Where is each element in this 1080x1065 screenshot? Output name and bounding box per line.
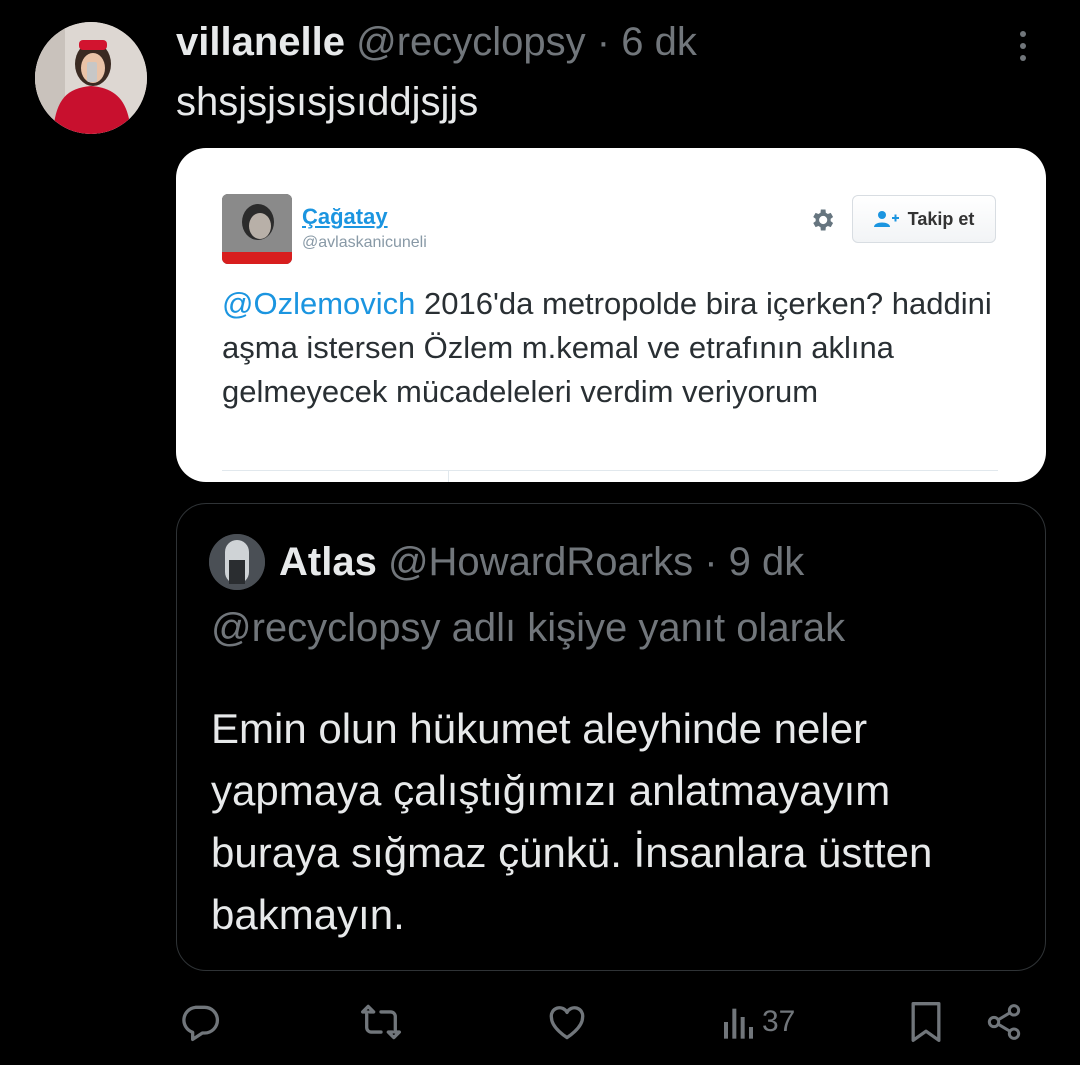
- media-author-handle: @avlaskanicuneli: [302, 234, 427, 251]
- retweet-button[interactable]: [358, 998, 404, 1046]
- tweet: villanelle @recyclopsy · 6 dk shsjsjsısj…: [0, 0, 1080, 1065]
- bookmark-icon: [911, 1002, 941, 1042]
- media-divider-tick: [448, 470, 449, 482]
- media-author-name: Çağatay: [302, 204, 388, 229]
- share-icon: [987, 1004, 1021, 1040]
- quoted-time: 9 dk: [728, 540, 805, 584]
- tweet-media-image[interactable]: Çağatay @avlaskanicuneli Takip et @Ozlem…: [176, 148, 1046, 482]
- author-name[interactable]: villanelle: [176, 20, 345, 64]
- gear-icon: [808, 206, 836, 234]
- like-button[interactable]: [544, 998, 590, 1046]
- media-divider: [222, 470, 998, 471]
- quoted-header: Atlas @HowardRoarks · 9 dk: [279, 538, 804, 586]
- quoted-author-handle: @HowardRoarks: [387, 540, 694, 584]
- media-mention: @Ozlemovich: [222, 286, 416, 321]
- reply-icon: [182, 1005, 220, 1042]
- views-count: 37: [762, 1005, 796, 1038]
- like-icon: [549, 1006, 585, 1040]
- views-button[interactable]: 37: [722, 998, 795, 1046]
- media-follow-button: Takip et: [852, 195, 996, 243]
- author-avatar[interactable]: [35, 22, 147, 134]
- share-button[interactable]: [984, 998, 1024, 1046]
- bookmark-button[interactable]: [906, 998, 946, 1046]
- author-handle[interactable]: @recyclopsy: [356, 20, 586, 64]
- quoted-tweet-text: Emin olun hükumet aleyhinde neler yapmay…: [211, 705, 933, 938]
- more-icon[interactable]: [1005, 22, 1041, 70]
- separator-dot: ·: [596, 20, 611, 64]
- media-follow-label: Takip et: [907, 208, 975, 229]
- views-icon: [724, 1008, 753, 1039]
- quoted-reply-context: @recyclopsy adlı kişiye yanıt olarak: [211, 606, 846, 650]
- quoted-tweet[interactable]: Atlas @HowardRoarks · 9 dk @recyclopsy a…: [176, 503, 1046, 971]
- quoted-separator-dot: ·: [704, 540, 718, 584]
- tweet-text: shsjsjsısjsıddjsjjs: [176, 80, 479, 124]
- media-author-avatar: [222, 194, 292, 264]
- retweet-icon: [361, 1004, 401, 1040]
- tweet-header: villanelle @recyclopsy · 6 dk: [176, 18, 697, 66]
- media-tweet-text: @Ozlemovich 2016'da metropolde bira içer…: [222, 282, 1022, 414]
- follow-icon: [873, 211, 899, 227]
- tweet-time[interactable]: 6 dk: [621, 20, 697, 64]
- reply-button[interactable]: [178, 998, 222, 1046]
- quoted-author-avatar: [209, 534, 265, 590]
- quoted-author-name: Atlas: [279, 540, 377, 584]
